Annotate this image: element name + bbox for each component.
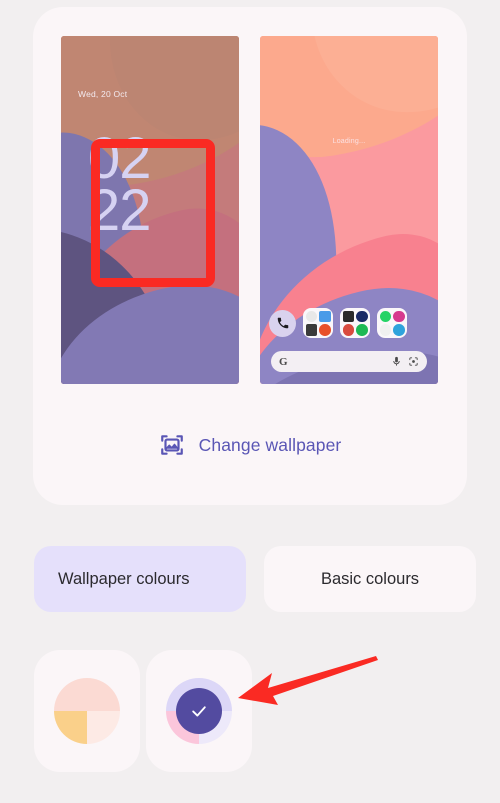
red-pointer-arrow bbox=[238, 656, 378, 705]
google-search-bar[interactable]: G bbox=[271, 351, 427, 372]
home-screen-status-text: Loading... bbox=[332, 138, 366, 145]
clock-highlight-box bbox=[91, 139, 215, 287]
wallpaper-style-screen: Wed, 20 Oct 02 22 Loading... G Change wa… bbox=[0, 0, 500, 803]
change-wallpaper-button[interactable]: Change wallpaper bbox=[33, 432, 467, 458]
phone-icon[interactable] bbox=[269, 309, 296, 337]
home-screen-preview[interactable]: Loading... G bbox=[260, 36, 438, 384]
wallpaper-colour-option-2[interactable] bbox=[146, 650, 252, 772]
google-lens-icon bbox=[409, 357, 418, 366]
app-folder-1[interactable] bbox=[303, 308, 333, 338]
microphone-icon bbox=[393, 356, 400, 366]
preview-card: Wed, 20 Oct 02 22 Loading... G Change wa… bbox=[33, 7, 467, 505]
app-folder-3[interactable] bbox=[377, 308, 407, 338]
lock-screen-preview[interactable]: Wed, 20 Oct 02 22 bbox=[61, 36, 239, 384]
wallpaper-colour-option-1[interactable] bbox=[34, 650, 140, 772]
home-screen-dock bbox=[269, 308, 429, 338]
tab-basic-colours[interactable]: Basic colours bbox=[264, 546, 476, 612]
change-wallpaper-label: Change wallpaper bbox=[198, 434, 342, 455]
checkmark-icon bbox=[192, 706, 206, 717]
app-folder-2[interactable] bbox=[340, 308, 370, 338]
lock-screen-date: Wed, 20 Oct bbox=[78, 89, 128, 99]
colour-wheel-2 bbox=[166, 678, 232, 744]
tab-wallpaper-colours[interactable]: Wallpaper colours bbox=[34, 546, 246, 612]
preview-thumbnails: Wed, 20 Oct 02 22 Loading... G bbox=[61, 36, 438, 384]
colour-source-tabs: Wallpaper colours Basic colours bbox=[34, 546, 476, 612]
tab-wallpaper-colours-label: Wallpaper colours bbox=[58, 569, 190, 588]
colour-wheel-1 bbox=[54, 678, 120, 744]
google-g-logo: G bbox=[279, 355, 288, 368]
tab-basic-colours-label: Basic colours bbox=[320, 569, 420, 588]
colour-swatch-list bbox=[34, 650, 252, 772]
image-picture-icon bbox=[160, 435, 183, 455]
selected-indicator bbox=[176, 688, 222, 734]
